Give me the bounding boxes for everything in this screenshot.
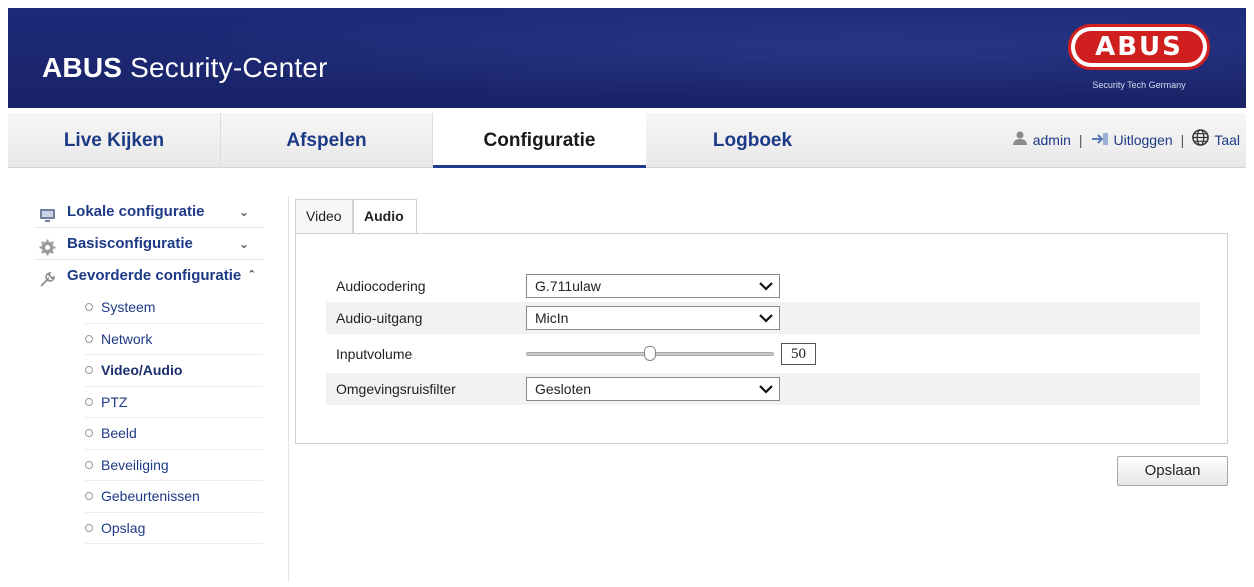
sidebar-divider [288,196,289,582]
slider-thumb[interactable] [644,346,656,361]
logout-icon [1091,114,1109,169]
app-title-rest: Security-Center [122,52,328,83]
sidebar: Lokale configuratie ⌄ Basisconfiguratie … [35,196,263,544]
audio-settings-panel: Audiocodering G.711ulaw Audio-uitgang Mi… [295,233,1228,444]
main-nav: Live Kijken Afspelen Configuratie Logboe… [8,113,1246,168]
noise-filter-label: Omgevingsruisfilter [336,381,456,397]
chevron-down-icon [759,385,773,394]
bullet-icon [85,303,93,312]
sidebar-item-label: Beeld [101,425,137,441]
noise-filter-row: Omgevingsruisfilter Gesloten [326,373,1200,405]
app-title: ABUS Security-Center [42,52,328,84]
bullet-icon [85,460,93,469]
sidebar-subitems: Systeem Network Video/Audio PTZ Beeld Be… [35,292,263,544]
sidebar-item-systeem[interactable]: Systeem [85,292,263,324]
input-volume-value[interactable]: 50 [781,343,816,365]
bullet-icon [85,429,93,438]
chevron-down-icon [759,282,773,291]
tab-logboek[interactable]: Logboek [646,113,859,168]
sidebar-item-network[interactable]: Network [85,324,263,355]
sidebar-item-beveiliging[interactable]: Beveiliging [85,450,263,481]
noise-filter-value: Gesloten [535,381,592,397]
sidebar-group-label: Lokale configuratie [67,203,205,220]
bullet-icon [85,397,93,406]
chevron-down-icon [759,314,773,323]
language-link[interactable]: Taal [1214,132,1240,148]
save-button[interactable]: Opslaan [1117,456,1228,486]
chevron-down-icon: ⌄ [238,205,249,219]
audio-output-value: MicIn [535,310,569,326]
logo-tagline: Security Tech Germany [1092,80,1186,90]
tab-video[interactable]: Video [295,199,353,234]
sidebar-group-label: Basisconfiguratie [67,235,193,252]
audio-output-row: Audio-uitgang MicIn [326,302,1200,334]
tab-audio[interactable]: Audio [353,199,417,235]
globe-icon [1192,114,1210,169]
bullet-icon [85,523,93,532]
tab-configuratie[interactable]: Configuratie [433,113,646,168]
app-title-brand: ABUS [42,52,123,83]
sidebar-item-label: Systeem [101,299,156,315]
sidebar-item-beeld[interactable]: Beeld [85,418,263,450]
chevron-up-icon: ˆ [249,268,254,283]
username[interactable]: admin [1033,132,1071,148]
sidebar-item-video-audio[interactable]: Video/Audio [85,355,263,387]
audio-output-label: Audio-uitgang [336,310,423,326]
monitor-icon [39,204,56,222]
user-icon [1012,114,1028,169]
sidebar-group-local-config[interactable]: Lokale configuratie ⌄ [35,196,263,228]
audio-encoding-select[interactable]: G.711ulaw [526,274,780,298]
audio-encoding-value: G.711ulaw [535,278,601,294]
sidebar-group-basic-config[interactable]: Basisconfiguratie ⌄ [35,228,263,260]
sidebar-item-label: Video/Audio [101,362,183,378]
logo-badge: ABUS [1068,24,1210,70]
bullet-icon [85,366,93,375]
sidebar-group-label: Gevorderde configuratie [67,267,242,284]
sidebar-item-label: Gebeurtenissen [101,488,200,504]
tab-afspelen[interactable]: Afspelen [221,113,433,168]
sidebar-item-label: Opslag [101,519,146,536]
input-volume-row: Inputvolume 50 [326,338,1200,370]
user-menu: admin | Uitloggen | Taal [1012,113,1240,168]
sidebar-item-label: Network [101,330,153,347]
sidebar-group-advanced-config[interactable]: Gevorderde configuratie ˆ [35,260,263,292]
audio-output-select[interactable]: MicIn [526,306,780,330]
logout-link[interactable]: Uitloggen [1114,132,1173,148]
noise-filter-select[interactable]: Gesloten [526,377,780,401]
divider: | [1180,132,1185,148]
bullet-icon [85,492,93,501]
gear-icon [39,236,56,256]
sidebar-item-label: Beveiliging [101,456,169,473]
input-volume-label: Inputvolume [336,346,413,362]
audio-encoding-label: Audiocodering [336,278,426,294]
sidebar-item-ptz[interactable]: PTZ [85,387,263,418]
audio-encoding-row: Audiocodering G.711ulaw [326,270,1200,302]
sidebar-item-gebeurtenissen[interactable]: Gebeurtenissen [85,481,263,513]
sidebar-item-opslag[interactable]: Opslag [85,513,263,544]
bullet-icon [85,334,93,343]
app-header: ABUS Security-Center ABUS Security Tech … [8,8,1246,108]
chevron-down-icon: ⌄ [238,237,249,251]
logo-text: ABUS [1075,31,1203,63]
sidebar-item-label: PTZ [101,393,128,410]
wrench-icon [39,268,56,287]
abus-logo: ABUS Security Tech Germany [1058,24,1220,102]
input-volume-slider[interactable]: 50 [526,338,826,370]
tab-live-kijken[interactable]: Live Kijken [8,113,221,168]
divider: | [1078,132,1083,148]
